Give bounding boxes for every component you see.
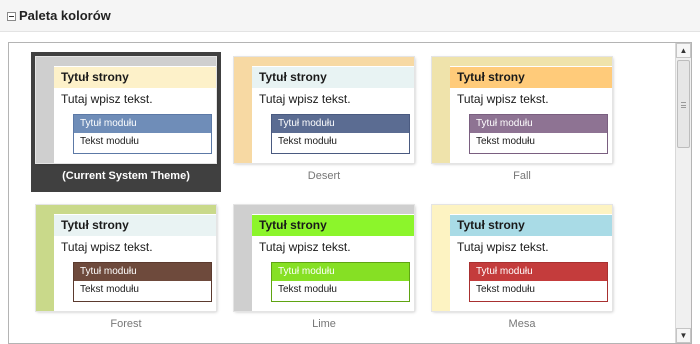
scroll-thumb[interactable] — [677, 60, 690, 148]
preview-module-text: Tekst modułu — [476, 136, 535, 147]
preview-page-text: Tutaj wpisz tekst. — [61, 240, 153, 254]
section-title: Paleta kolorów — [19, 8, 111, 23]
preview-module: Tytuł modułu Tekst modułu — [271, 114, 410, 154]
theme-grid: Tytuł strony Tutaj wpisz tekst. Tytuł mo… — [9, 43, 675, 343]
section-header: Paleta kolorów — [0, 0, 700, 32]
arrow-down-icon: ▼ — [679, 330, 688, 340]
theme-tile[interactable]: Tytuł strony Tutaj wpisz tekst. Tytuł mo… — [427, 200, 617, 340]
preview-module-title: Tytuł modułu — [272, 263, 409, 281]
preview-top-band — [36, 205, 216, 214]
collapse-icon[interactable] — [7, 12, 16, 21]
preview-page-title: Tytuł strony — [450, 67, 612, 88]
preview-module-text: Tekst modułu — [278, 136, 337, 147]
theme-name: Mesa — [508, 318, 536, 330]
preview-module-title: Tytuł modułu — [470, 115, 607, 133]
preview-page-title: Tytuł strony — [54, 215, 216, 236]
theme-tile[interactable]: Tytuł strony Tutaj wpisz tekst. Tytuł mo… — [229, 200, 419, 340]
theme-name: Lime — [312, 318, 336, 330]
theme-name: Fall — [513, 170, 531, 182]
vertical-scrollbar[interactable]: ▲ ▼ — [675, 43, 691, 343]
arrow-up-icon: ▲ — [679, 45, 688, 55]
preview-top-band — [234, 205, 414, 214]
theme-preview: Tytuł strony Tutaj wpisz tekst. Tytuł mo… — [36, 205, 216, 311]
preview-left-band — [36, 205, 54, 311]
preview-page-title: Tytuł strony — [54, 67, 216, 88]
preview-top-band — [234, 57, 414, 66]
theme-tile[interactable]: Tytuł strony Tutaj wpisz tekst. Tytuł mo… — [229, 52, 419, 192]
preview-module: Tytuł modułu Tekst modułu — [73, 262, 212, 302]
preview-top-band — [432, 205, 612, 214]
preview-page-text: Tutaj wpisz tekst. — [259, 92, 351, 106]
scroll-down-button[interactable]: ▼ — [676, 328, 691, 343]
preview-left-band — [234, 205, 252, 311]
preview-module-text: Tekst modułu — [476, 284, 535, 295]
preview-page-text: Tutaj wpisz tekst. — [457, 240, 549, 254]
preview-left-band — [36, 57, 54, 163]
preview-module-text: Tekst modułu — [80, 136, 139, 147]
scroll-up-button[interactable]: ▲ — [676, 43, 691, 58]
preview-module: Tytuł modułu Tekst modułu — [271, 262, 410, 302]
theme-preview: Tytuł strony Tutaj wpisz tekst. Tytuł mo… — [234, 205, 414, 311]
preview-module: Tytuł modułu Tekst modułu — [469, 114, 608, 154]
preview-page-text: Tutaj wpisz tekst. — [61, 92, 153, 106]
preview-top-band — [36, 57, 216, 66]
preview-module-title: Tytuł modułu — [470, 263, 607, 281]
theme-panel: Tytuł strony Tutaj wpisz tekst. Tytuł mo… — [8, 42, 692, 344]
preview-module: Tytuł modułu Tekst modułu — [469, 262, 608, 302]
preview-module: Tytuł modułu Tekst modułu — [73, 114, 212, 154]
preview-page-text: Tutaj wpisz tekst. — [457, 92, 549, 106]
preview-left-band — [234, 57, 252, 163]
theme-tile[interactable]: Tytuł strony Tutaj wpisz tekst. Tytuł mo… — [31, 200, 221, 340]
preview-left-band — [432, 57, 450, 163]
preview-top-band — [432, 57, 612, 66]
theme-preview: Tytuł strony Tutaj wpisz tekst. Tytuł mo… — [432, 57, 612, 163]
preview-left-band — [432, 205, 450, 311]
theme-name: (Current System Theme) — [62, 170, 190, 182]
theme-preview: Tytuł strony Tutaj wpisz tekst. Tytuł mo… — [234, 57, 414, 163]
theme-name: Desert — [307, 170, 341, 182]
preview-page-title: Tytuł strony — [252, 215, 414, 236]
grip-icon — [681, 102, 686, 108]
preview-module-title: Tytuł modułu — [272, 115, 409, 133]
theme-tile[interactable]: Tytuł strony Tutaj wpisz tekst. Tytuł mo… — [31, 52, 221, 192]
preview-module-text: Tekst modułu — [80, 284, 139, 295]
theme-name: Forest — [110, 318, 142, 330]
preview-page-text: Tutaj wpisz tekst. — [259, 240, 351, 254]
theme-tile[interactable]: Tytuł strony Tutaj wpisz tekst. Tytuł mo… — [427, 52, 617, 192]
preview-module-title: Tytuł modułu — [74, 263, 211, 281]
preview-page-title: Tytuł strony — [252, 67, 414, 88]
preview-module-text: Tekst modułu — [278, 284, 337, 295]
preview-page-title: Tytuł strony — [450, 215, 612, 236]
preview-module-title: Tytuł modułu — [74, 115, 211, 133]
theme-preview: Tytuł strony Tutaj wpisz tekst. Tytuł mo… — [36, 57, 216, 163]
theme-preview: Tytuł strony Tutaj wpisz tekst. Tytuł mo… — [432, 205, 612, 311]
